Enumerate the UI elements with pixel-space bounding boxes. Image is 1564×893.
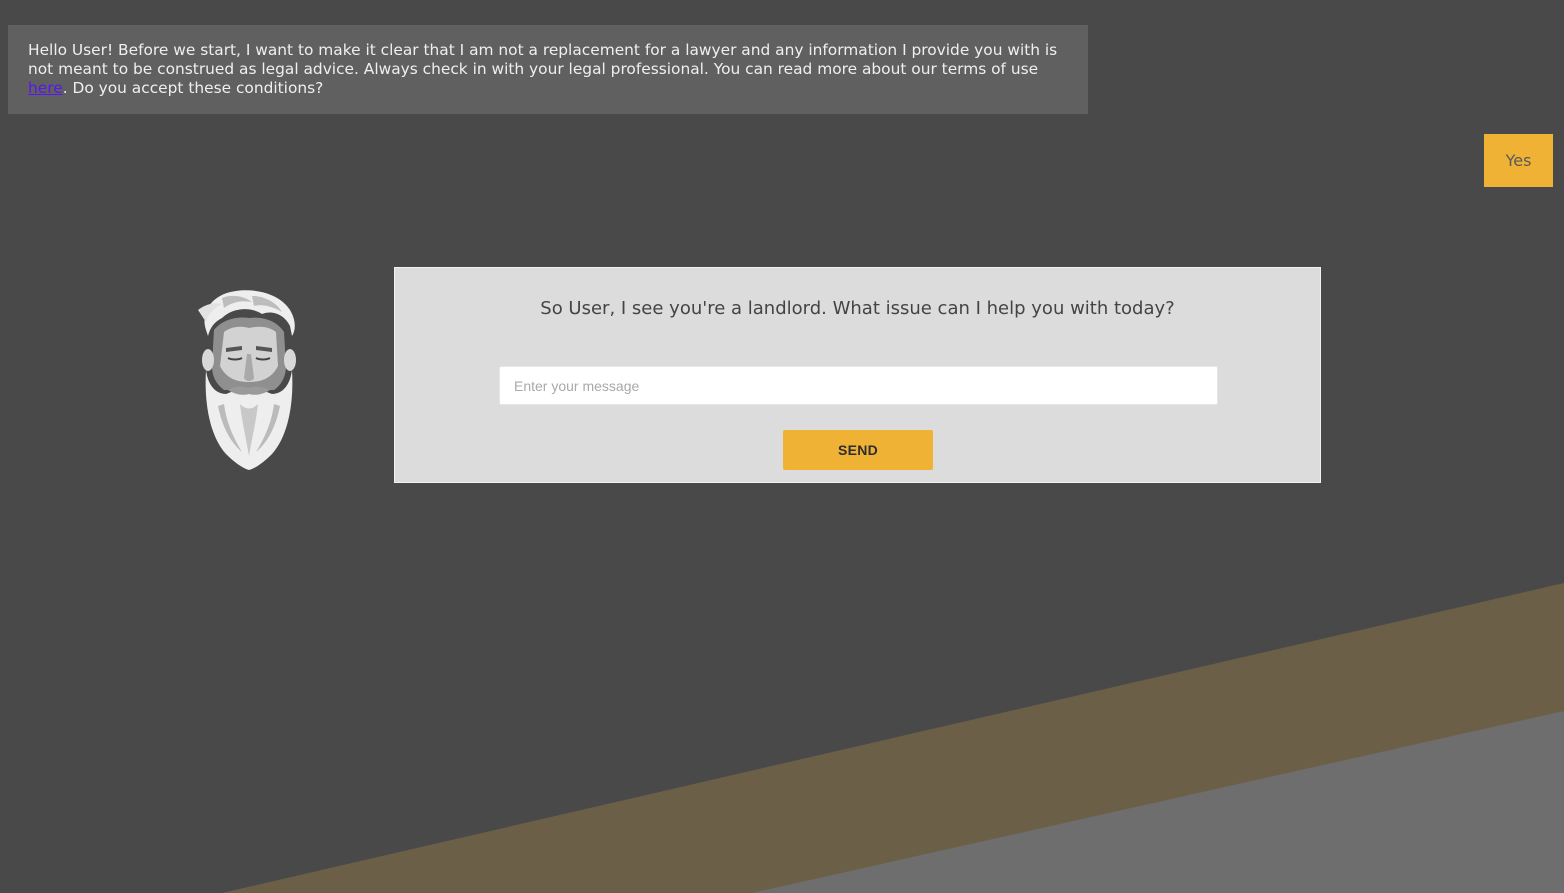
bot-question: So User, I see you're a landlord. What i…	[540, 298, 1175, 319]
chat-card: So User, I see you're a landlord. What i…	[394, 267, 1321, 483]
terms-of-use-link[interactable]: here	[28, 79, 63, 97]
bot-disclaimer-message: Hello User! Before we start, I want to m…	[8, 25, 1088, 114]
message-input[interactable]	[499, 366, 1218, 405]
send-button[interactable]: SEND	[783, 430, 933, 470]
disclaimer-text-start: Hello User! Before we start, I want to m…	[28, 41, 1058, 78]
bearded-man-avatar-icon	[192, 286, 306, 470]
disclaimer-text-end: . Do you accept these conditions?	[62, 79, 324, 97]
user-reply-yes[interactable]: Yes	[1484, 134, 1553, 187]
user-reply-label: Yes	[1505, 151, 1532, 170]
